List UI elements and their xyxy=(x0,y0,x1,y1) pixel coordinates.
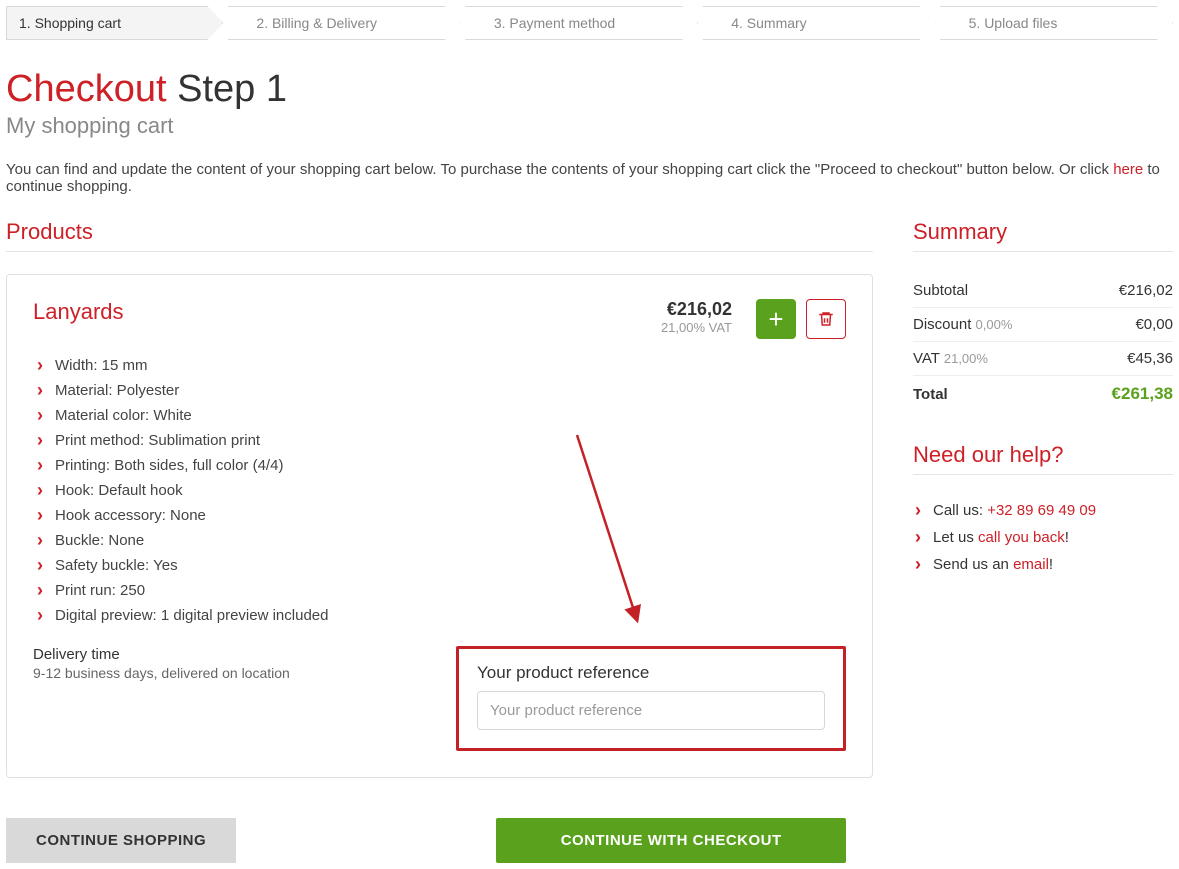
product-specs: Width: 15 mm Material: Polyester Materia… xyxy=(33,353,846,628)
spec-item: Material color: White xyxy=(33,403,846,428)
help-email-suffix: ! xyxy=(1049,556,1053,573)
continue-checkout-button[interactable]: CONTINUE WITH CHECKOUT xyxy=(496,818,846,863)
help-email-prefix: Send us an xyxy=(933,556,1013,573)
help-list: Call us: +32 89 69 49 09 Let us call you… xyxy=(913,497,1173,578)
page-title: Checkout Step 1 xyxy=(6,68,1173,111)
vat-note: 21,00% xyxy=(944,351,988,366)
vat-value: €45,36 xyxy=(1074,342,1173,376)
step-summary[interactable]: 4. Summary xyxy=(702,6,935,40)
product-name[interactable]: Lanyards xyxy=(33,299,124,325)
subtotal-value: €216,02 xyxy=(1074,274,1173,308)
checkout-stepper: 1. Shopping cart 2. Billing & Delivery 3… xyxy=(6,6,1173,40)
remove-product-button[interactable] xyxy=(806,299,846,339)
help-item-email: Send us an email! xyxy=(913,551,1173,578)
page-title-rest: Step 1 xyxy=(167,68,287,110)
product-reference-input[interactable] xyxy=(477,691,825,730)
summary-heading: Summary xyxy=(913,219,1173,252)
continue-shopping-button[interactable]: CONTINUE SHOPPING xyxy=(6,818,236,863)
discount-label: Discount xyxy=(913,316,971,333)
discount-note: 0,00% xyxy=(976,317,1013,332)
help-callback-link[interactable]: call you back xyxy=(978,529,1065,546)
step-upload-files[interactable]: 5. Upload files xyxy=(940,6,1173,40)
step-payment-method[interactable]: 3. Payment method xyxy=(465,6,698,40)
intro-before: You can find and update the content of y… xyxy=(6,161,1113,178)
products-heading: Products xyxy=(6,219,873,252)
help-callback-suffix: ! xyxy=(1065,529,1069,546)
help-call-prefix: Call us: xyxy=(933,502,987,519)
product-price: €216,02 xyxy=(661,299,732,320)
product-card: Lanyards €216,02 21,00% VAT + xyxy=(6,274,873,778)
summary-row-subtotal: Subtotal €216,02 xyxy=(913,274,1173,308)
help-item-callback: Let us call you back! xyxy=(913,524,1173,551)
spec-item: Hook accessory: None xyxy=(33,503,846,528)
step-billing-delivery[interactable]: 2. Billing & Delivery xyxy=(227,6,460,40)
help-heading: Need our help? xyxy=(913,442,1173,475)
product-reference-label: Your product reference xyxy=(477,663,825,683)
spec-item: Digital preview: 1 digital preview inclu… xyxy=(33,603,846,628)
trash-icon xyxy=(817,310,835,328)
discount-value: €0,00 xyxy=(1074,308,1173,342)
delivery-time-label: Delivery time xyxy=(33,646,436,663)
page-title-accent: Checkout xyxy=(6,68,167,110)
page-subtitle: My shopping cart xyxy=(6,113,1173,139)
summary-row-total: Total €261,38 xyxy=(913,376,1173,413)
summary-row-discount: Discount 0,00% €0,00 xyxy=(913,308,1173,342)
spec-item: Material: Polyester xyxy=(33,378,846,403)
help-callback-prefix: Let us xyxy=(933,529,978,546)
add-quantity-button[interactable]: + xyxy=(756,299,796,339)
spec-item: Hook: Default hook xyxy=(33,478,846,503)
spec-item: Printing: Both sides, full color (4/4) xyxy=(33,453,846,478)
spec-item: Safety buckle: Yes xyxy=(33,553,846,578)
summary-row-vat: VAT 21,00% €45,36 xyxy=(913,342,1173,376)
summary-table: Subtotal €216,02 Discount 0,00% €0,00 VA… xyxy=(913,274,1173,412)
step-shopping-cart[interactable]: 1. Shopping cart xyxy=(6,6,223,40)
help-item-call: Call us: +32 89 69 49 09 xyxy=(913,497,1173,524)
total-label: Total xyxy=(913,376,1074,413)
spec-item: Print run: 250 xyxy=(33,578,846,603)
product-vat-note: 21,00% VAT xyxy=(661,320,732,335)
total-value: €261,38 xyxy=(1074,376,1173,413)
help-email-link[interactable]: email xyxy=(1013,556,1049,573)
intro-text: You can find and update the content of y… xyxy=(6,161,1173,195)
continue-shopping-link[interactable]: here xyxy=(1113,161,1143,178)
plus-icon: + xyxy=(768,306,783,332)
spec-item: Print method: Sublimation print xyxy=(33,428,846,453)
vat-label: VAT xyxy=(913,350,940,367)
product-reference-block: Your product reference xyxy=(456,646,846,751)
delivery-time-value: 9-12 business days, delivered on locatio… xyxy=(33,665,436,681)
spec-item: Buckle: None xyxy=(33,528,846,553)
help-phone-link[interactable]: +32 89 69 49 09 xyxy=(987,502,1096,519)
spec-item: Width: 15 mm xyxy=(33,353,846,378)
subtotal-label: Subtotal xyxy=(913,274,1074,308)
